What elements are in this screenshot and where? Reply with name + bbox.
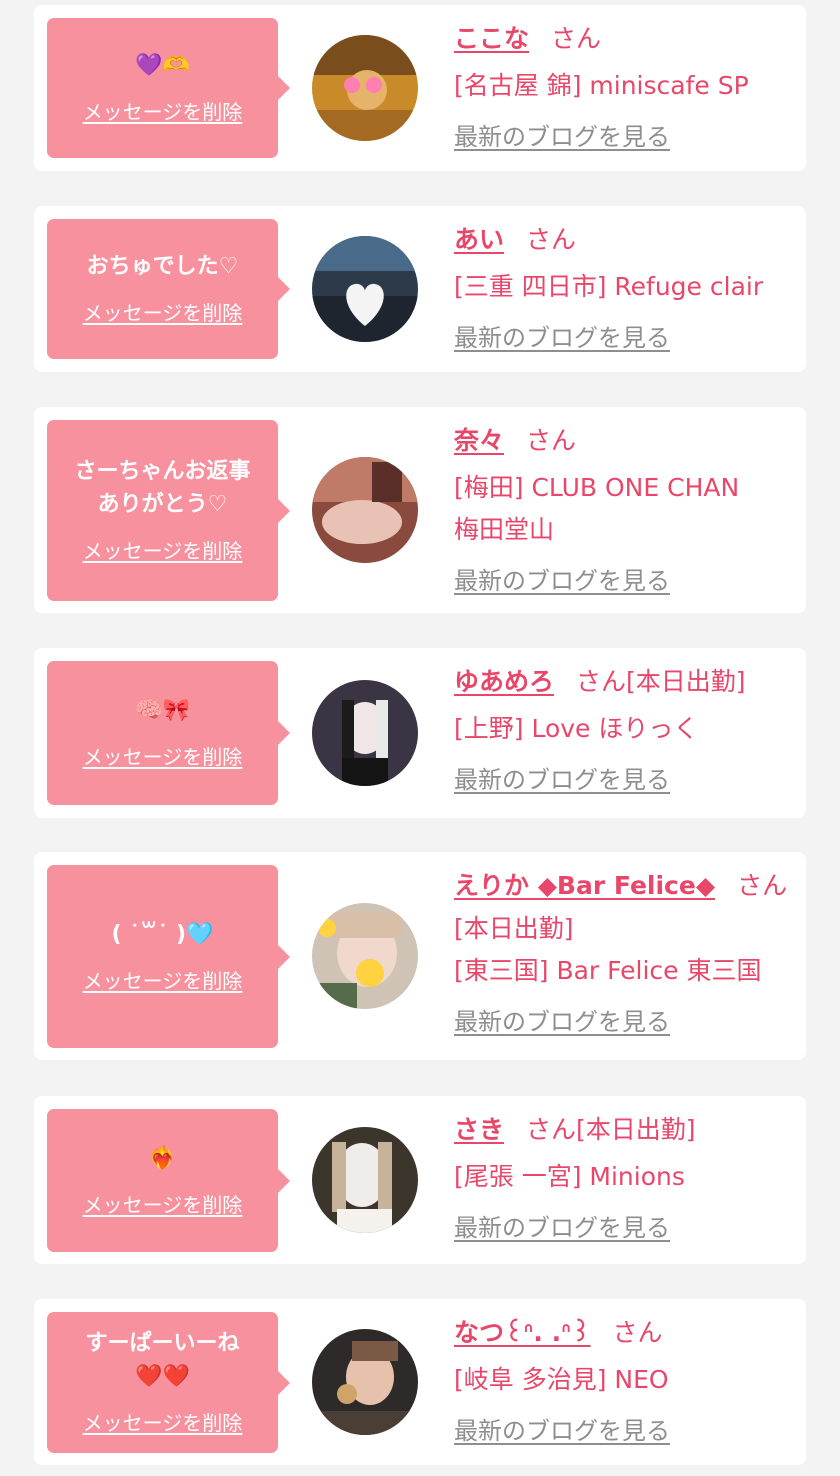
honorific: さん — [526, 426, 577, 455]
sender-info: あい さん [三重 四日市] Refuge clair 最新のブログを見る — [454, 222, 794, 353]
latest-blog-link[interactable]: 最新のブログを見る — [454, 318, 670, 353]
sender-name-link[interactable]: 奈々 — [454, 426, 504, 455]
delete-message-link[interactable]: メッセージを削除 — [83, 297, 243, 326]
shop-line: [三重 四日市] Refuge clair — [454, 272, 764, 301]
shop-line: 梅田堂山 — [454, 515, 555, 544]
avatar-photo-icon — [312, 1329, 418, 1435]
latest-blog-link[interactable]: 最新のブログを見る — [454, 1411, 670, 1446]
message-card: 💜🫶 メッセージを削除 ここな さん [名古屋 錦] miniscafe SP 最… — [34, 5, 806, 171]
latest-blog-link[interactable]: 最新のブログを見る — [454, 117, 670, 152]
message-card: すーぱーいーね ❤️❤️ メッセージを削除 なつ꒰ᐢ. .ᐢ꒱ さん [岐阜 多治… — [34, 1299, 806, 1465]
message-bubble: 💜🫶 メッセージを削除 — [47, 18, 290, 158]
delete-message-link[interactable]: メッセージを削除 — [83, 741, 243, 770]
delete-message-link[interactable]: メッセージを削除 — [83, 965, 243, 994]
message-text: 🧠🎀 — [135, 698, 190, 723]
sender-info: 奈々 さん [梅田] CLUB ONE CHAN 梅田堂山 最新のブログを見る — [454, 423, 794, 596]
avatar-photo-icon — [312, 680, 418, 786]
sender-info: えりか ◆Bar Felice◆ さん [本日出勤] [東三国] Bar Feli… — [454, 868, 794, 1037]
avatar[interactable] — [312, 35, 418, 141]
honorific: さん — [737, 871, 788, 900]
avatar-photo-icon — [312, 35, 418, 141]
sender-name-link[interactable]: なつ꒰ᐢ. .ᐢ꒱ — [454, 1318, 591, 1347]
message-bubble: さーちゃんお返事 ありがとう♡ メッセージを削除 — [47, 420, 290, 601]
latest-blog-link[interactable]: 最新のブログを見る — [454, 1208, 670, 1243]
message-text: すーぱーいーね ❤️❤️ — [85, 1331, 240, 1389]
sender-name-link[interactable]: ゆあめろ — [454, 667, 554, 696]
message-text: さーちゃんお返事 ありがとう♡ — [74, 459, 251, 517]
message-bubble: すーぱーいーね ❤️❤️ メッセージを削除 — [47, 1312, 290, 1453]
delete-message-link[interactable]: メッセージを削除 — [83, 535, 243, 564]
avatar-photo-icon — [312, 903, 418, 1009]
shop-line: [名古屋 錦] miniscafe SP — [454, 71, 749, 100]
shop-line: [本日出勤] — [454, 914, 574, 943]
honorific: さん — [551, 24, 602, 53]
message-text: 💜🫶 — [135, 53, 190, 78]
shop-line: [尾張 一宮] Minions — [454, 1162, 685, 1191]
sender-info: なつ꒰ᐢ. .ᐢ꒱ さん [岐阜 多治見] NEO 最新のブログを見る — [454, 1315, 794, 1446]
avatar[interactable] — [312, 1329, 418, 1435]
message-bubble: ❤️‍🔥 メッセージを削除 — [47, 1109, 290, 1252]
delete-message-link[interactable]: メッセージを削除 — [83, 1189, 243, 1218]
sender-info: さき さん[本日出勤] [尾張 一宮] Minions 最新のブログを見る — [454, 1112, 794, 1243]
sender-name-link[interactable]: さき — [454, 1115, 504, 1144]
sender-info: ゆあめろ さん[本日出勤] [上野] Love ほりっく 最新のブログを見る — [454, 664, 794, 795]
shop-line: [東三国] Bar Felice 東三国 — [454, 956, 762, 985]
latest-blog-link[interactable]: 最新のブログを見る — [454, 561, 670, 596]
sender-name-link[interactable]: えりか ◆Bar Felice◆ — [454, 871, 715, 900]
message-bubble: 🧠🎀 メッセージを削除 — [47, 661, 290, 805]
avatar[interactable] — [312, 903, 418, 1009]
sender-info: ここな さん [名古屋 錦] miniscafe SP 最新のブログを見る — [454, 21, 794, 152]
message-bubble: ( ˙꒳​˙ )🩵 メッセージを削除 — [47, 865, 290, 1048]
message-text: おちゅでした♡ — [86, 254, 239, 279]
message-card: さーちゃんお返事 ありがとう♡ メッセージを削除 奈々 さん [梅田] CLUB … — [34, 407, 806, 613]
honorific: さん — [612, 1318, 663, 1347]
latest-blog-link[interactable]: 最新のブログを見る — [454, 1002, 670, 1037]
message-text: ( ˙꒳​˙ )🩵 — [111, 921, 214, 947]
shop-line: [梅田] CLUB ONE CHAN — [454, 473, 740, 502]
sender-name-link[interactable]: あい — [454, 225, 504, 254]
message-text: ❤️‍🔥 — [148, 1145, 177, 1171]
message-card: おちゅでした♡ メッセージを削除 あい さん [三重 四日市] Refuge cl… — [34, 206, 806, 372]
latest-blog-link[interactable]: 最新のブログを見る — [454, 760, 670, 795]
honorific: さん[本日出勤] — [576, 667, 746, 696]
message-card: ❤️‍🔥 メッセージを削除 さき さん[本日出勤] [尾張 一宮] Minions… — [34, 1096, 806, 1264]
avatar-photo-icon — [312, 236, 418, 342]
message-card: 🧠🎀 メッセージを削除 ゆあめろ さん[本日出勤] [上野] Love ほりっく … — [34, 648, 806, 818]
honorific: さん[本日出勤] — [526, 1115, 696, 1144]
avatar[interactable] — [312, 457, 418, 563]
shop-line: [上野] Love ほりっく — [454, 714, 699, 743]
delete-message-link[interactable]: メッセージを削除 — [83, 96, 243, 125]
avatar-photo-icon — [312, 457, 418, 563]
avatar[interactable] — [312, 236, 418, 342]
shop-line: [岐阜 多治見] NEO — [454, 1365, 669, 1394]
message-list: 💜🫶 メッセージを削除 ここな さん [名古屋 錦] miniscafe SP 最… — [0, 0, 840, 1476]
avatar[interactable] — [312, 1127, 418, 1233]
honorific: さん — [526, 225, 577, 254]
avatar[interactable] — [312, 680, 418, 786]
avatar-photo-icon — [312, 1127, 418, 1233]
message-bubble: おちゅでした♡ メッセージを削除 — [47, 219, 290, 359]
delete-message-link[interactable]: メッセージを削除 — [83, 1407, 243, 1436]
message-card: ( ˙꒳​˙ )🩵 メッセージを削除 えりか ◆Bar Felice◆ さん [本… — [34, 852, 806, 1060]
sender-name-link[interactable]: ここな — [454, 24, 529, 53]
